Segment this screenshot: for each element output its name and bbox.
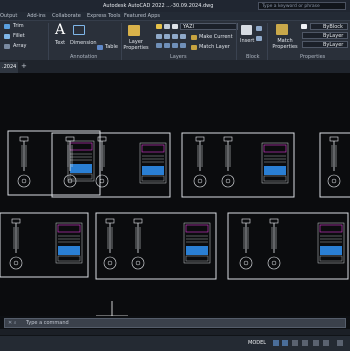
- drawing-canvas[interactable]: [0, 73, 350, 316]
- search-input[interactable]: Type a keyword or phrase: [258, 2, 346, 10]
- make-current-icon: [191, 35, 197, 40]
- sheet-6: [95, 212, 217, 280]
- command-placeholder: Type a command: [26, 320, 69, 326]
- sheet-2: [51, 132, 171, 198]
- grid-icon[interactable]: [273, 340, 279, 346]
- array-icon: [4, 44, 10, 49]
- separator: [236, 23, 237, 60]
- crosshair-cursor: [96, 301, 128, 316]
- insert-icon: [241, 25, 252, 35]
- command-input[interactable]: ✕ ⌕ Type a command: [4, 318, 346, 328]
- sheet-4: [319, 132, 350, 198]
- osnap-icon[interactable]: [313, 340, 319, 346]
- close-icon[interactable]: ✕ ⌕: [8, 319, 17, 328]
- dimension-icon: [73, 25, 85, 35]
- fillet-icon: [4, 34, 10, 39]
- sheet-5: [0, 212, 89, 278]
- new-tab-icon[interactable]: +: [21, 62, 27, 70]
- separator: [267, 23, 268, 60]
- status-bar: MODEL: [0, 335, 350, 351]
- lineweight-icon[interactable]: [323, 340, 329, 346]
- tab-output[interactable]: Output: [0, 12, 17, 20]
- linetype-dropdown[interactable]: ByLayer: [302, 32, 348, 39]
- separator: [48, 23, 49, 60]
- match-layer-button[interactable]: Match Layer: [199, 44, 230, 50]
- tab-featured-apps[interactable]: Featured Apps: [124, 12, 160, 20]
- tab-express-tools[interactable]: Express Tools: [87, 12, 120, 20]
- document-tabs: .2024 +: [0, 60, 350, 74]
- array-button[interactable]: Array: [13, 43, 26, 49]
- trim-icon: [4, 24, 10, 29]
- layer-tool-icon[interactable]: [172, 43, 178, 48]
- layer-properties-icon: [128, 25, 140, 36]
- layer-tool-icon[interactable]: [164, 43, 170, 48]
- match-properties-button[interactable]: Match Properties: [272, 38, 298, 50]
- match-layer-icon: [191, 45, 197, 50]
- separator: [121, 23, 122, 60]
- model-tab[interactable]: MODEL: [248, 340, 266, 346]
- layer-tool-icon[interactable]: [180, 34, 186, 39]
- tab-collaborate[interactable]: Collaborate: [52, 12, 81, 20]
- drawing-sheets: [0, 130, 350, 316]
- color-swatch-icon: [301, 24, 307, 29]
- sheet-7: [227, 212, 349, 280]
- match-properties-icon: [276, 24, 288, 35]
- insert-button[interactable]: Insert: [240, 38, 254, 44]
- text-icon: A: [55, 22, 66, 38]
- sheet-1: [7, 130, 101, 196]
- trim-button[interactable]: Trim: [13, 23, 24, 29]
- polar-icon[interactable]: [302, 340, 308, 346]
- layer-bulb-icon: [156, 24, 162, 29]
- layer-properties-button[interactable]: Layer Properties: [123, 39, 149, 51]
- layer-tool-icon[interactable]: [156, 43, 162, 48]
- dimension-button[interactable]: Dimension: [70, 40, 97, 46]
- title-bar: Autodesk AutoCAD 2022 ...-30.09.2024.dwg…: [0, 0, 350, 12]
- menu-icon[interactable]: [337, 340, 343, 346]
- color-value: ByBlock: [323, 24, 343, 30]
- fillet-button[interactable]: Fillet: [13, 33, 25, 39]
- linetype-value: ByLayer: [323, 33, 344, 39]
- layer-color-icon: [172, 24, 178, 29]
- ribbon: Trim Fillet Array A Text Dimension Table…: [0, 20, 350, 62]
- ribbon-tabs: Output Add-ins Collaborate Express Tools…: [0, 12, 350, 20]
- lineweight-dropdown[interactable]: ByLayer: [302, 41, 348, 48]
- table-icon: [97, 45, 103, 50]
- layer-tool-icon[interactable]: [180, 43, 186, 48]
- layer-tool-icon[interactable]: [164, 34, 170, 39]
- layer-sun-icon: [164, 24, 170, 29]
- layer-dropdown[interactable]: YAZI: [180, 23, 238, 30]
- color-dropdown[interactable]: ByBlock: [310, 23, 348, 30]
- layer-tool-icon[interactable]: [172, 34, 178, 39]
- window-title: Autodesk AutoCAD 2022 ...-30.09.2024.dwg: [103, 3, 214, 9]
- sheet-3: [181, 132, 295, 198]
- document-tab[interactable]: .2024: [0, 62, 18, 73]
- table-button[interactable]: Table: [105, 44, 118, 50]
- layer-tool-icon[interactable]: [156, 34, 162, 39]
- tab-add-ins[interactable]: Add-ins: [27, 12, 46, 20]
- block-tool-icon[interactable]: [256, 26, 262, 31]
- text-button[interactable]: Text: [55, 40, 65, 46]
- lineweight-value: ByLayer: [323, 42, 344, 48]
- ortho-icon[interactable]: [292, 340, 298, 346]
- make-current-button[interactable]: Make Current: [199, 34, 233, 40]
- current-layer-name: YAZI: [183, 24, 194, 30]
- snap-icon[interactable]: [282, 340, 288, 346]
- command-line: ✕ ⌕ Type a command: [0, 316, 350, 329]
- block-tool-icon[interactable]: [256, 36, 262, 41]
